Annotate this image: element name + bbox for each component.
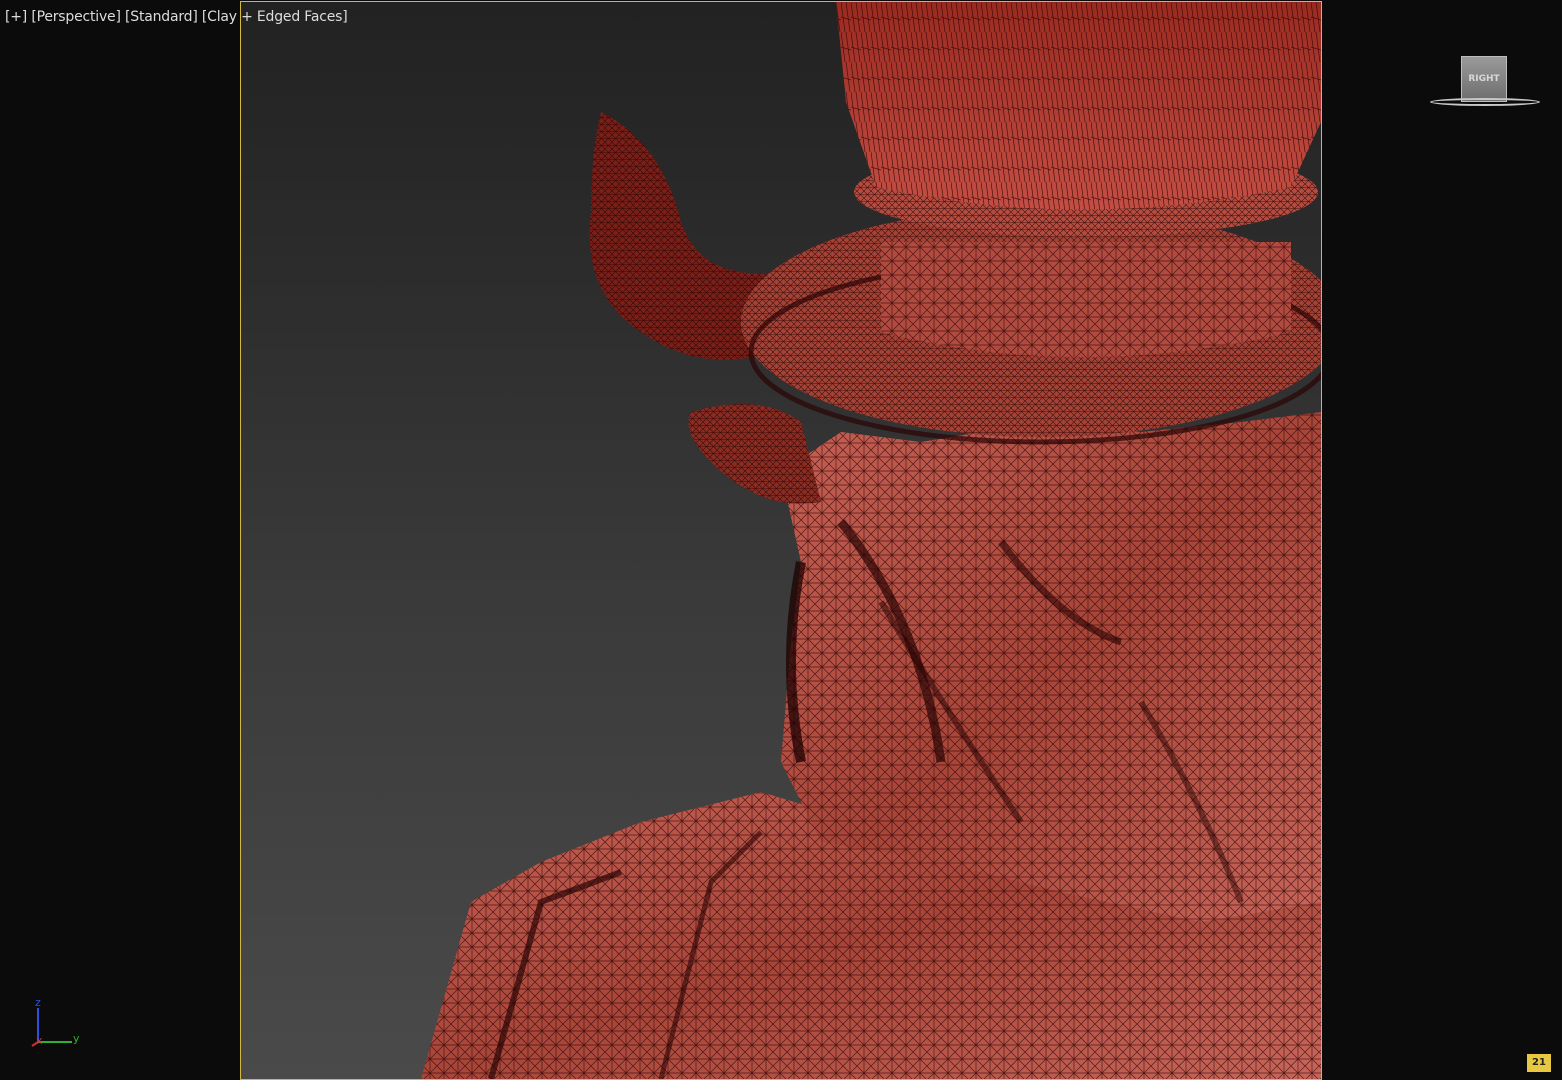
ear-mesh — [688, 404, 821, 504]
safe-frame — [240, 1, 1322, 1080]
axis-z-label: z — [35, 996, 41, 1009]
head-mesh — [781, 412, 1321, 922]
sculpt-mesh-render[interactable] — [241, 2, 1321, 1079]
viewport-preset-menu[interactable]: [Standard] — [125, 9, 198, 25]
perspective-viewport[interactable]: [+] [Perspective] [Standard] [Clay + Edg… — [0, 0, 1562, 1080]
axis-x-label: x — [36, 1034, 43, 1047]
viewport-pov-menu[interactable]: [Perspective] — [31, 9, 121, 25]
viewcube-compass-ring[interactable] — [1430, 98, 1540, 106]
viewcube-icon[interactable]: RIGHT — [1428, 54, 1544, 114]
viewport-label-menu[interactable]: [+] [Perspective] [Standard] [Clay + Edg… — [5, 9, 348, 25]
corner-badge[interactable]: 21 — [1527, 1054, 1551, 1072]
hat-crown-mesh — [836, 2, 1321, 210]
viewport-shading-menu[interactable]: [Clay + Edged Faces] — [202, 9, 348, 25]
viewcube-face-right[interactable]: RIGHT — [1461, 56, 1507, 102]
viewport-plus-menu[interactable]: [+] — [5, 9, 27, 25]
axis-tripod-icon: z y x — [28, 996, 88, 1052]
axis-y-label: y — [73, 1032, 80, 1045]
